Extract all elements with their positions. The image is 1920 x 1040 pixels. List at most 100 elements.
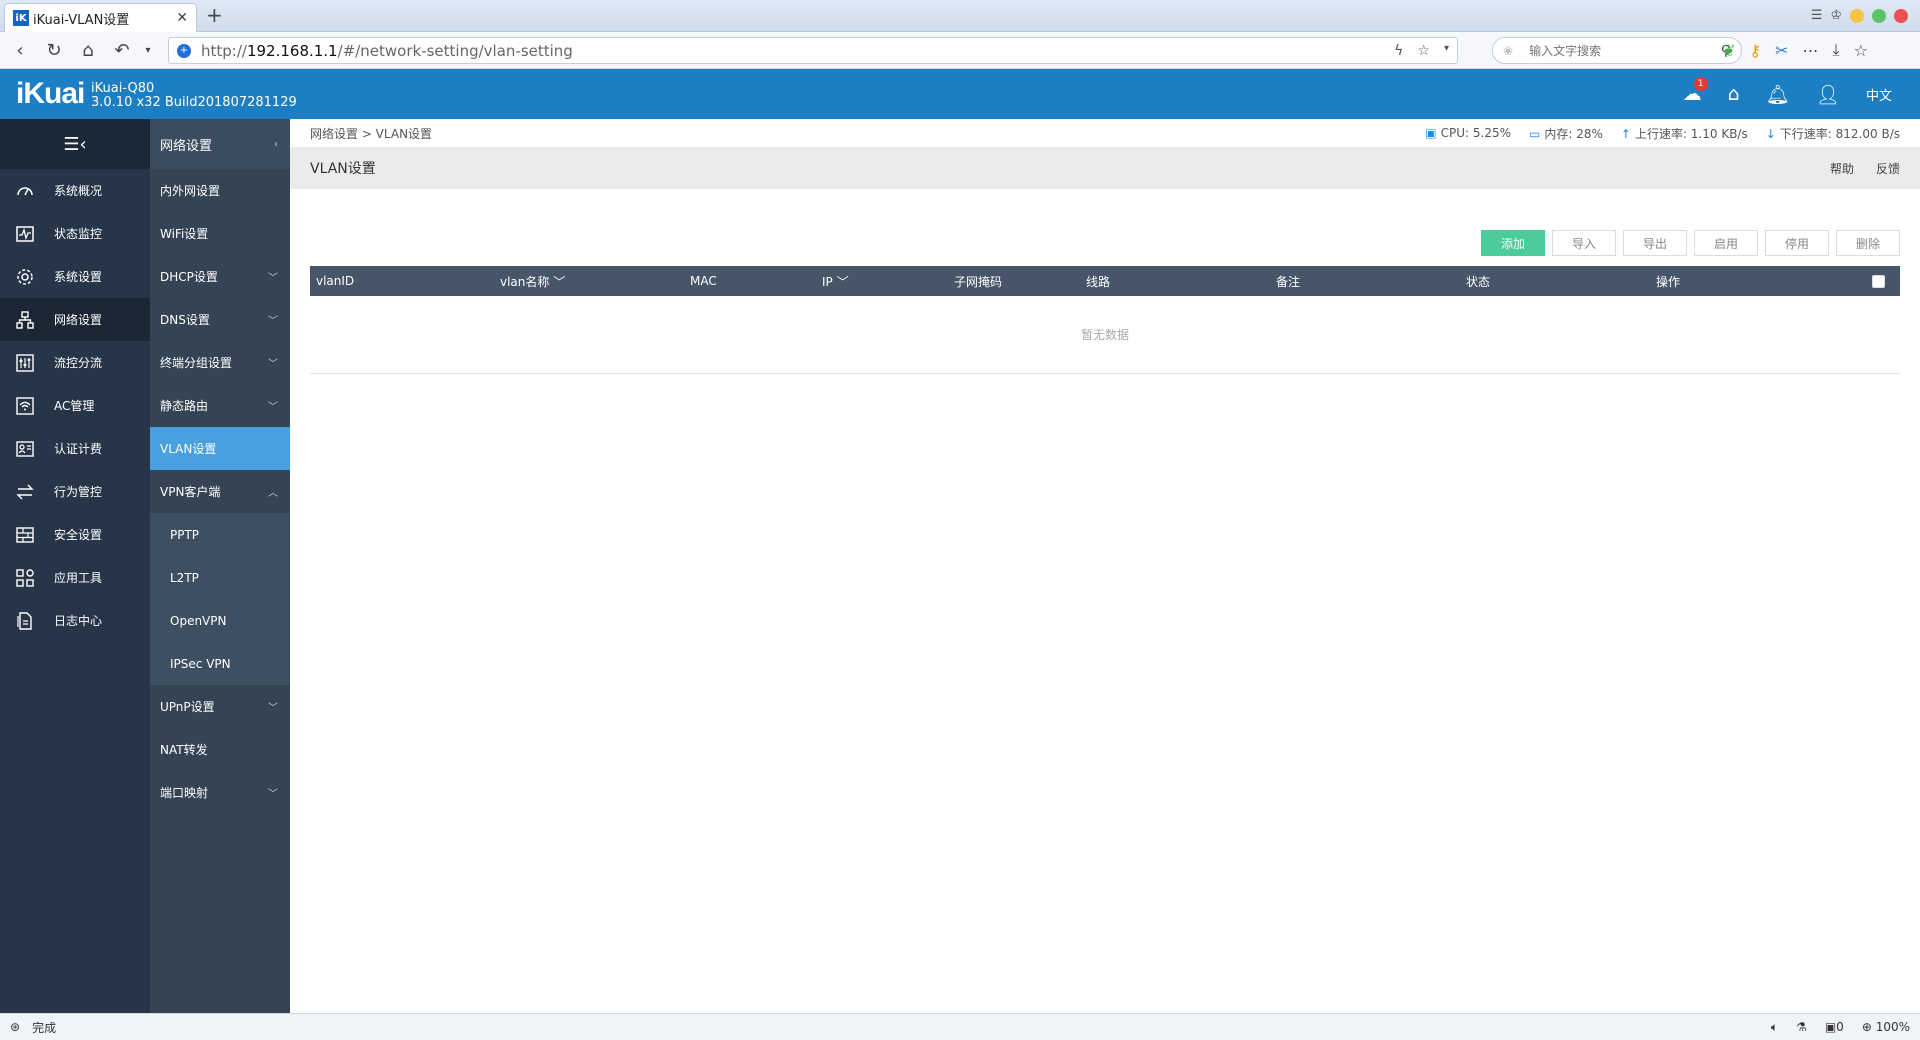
enable-button[interactable]: 启用	[1694, 230, 1758, 256]
flask-icon[interactable]: ⚗	[1796, 1020, 1807, 1034]
collapse-menu-icon[interactable]: ☰‹	[0, 119, 150, 169]
leaf-icon[interactable]: ❦	[1722, 41, 1735, 60]
delete-button[interactable]: 删除	[1836, 230, 1900, 256]
subnav-header[interactable]: 网络设置 ‹	[150, 119, 290, 169]
collapse-subnav-icon[interactable]: ‹	[274, 139, 278, 150]
subnav-item-nat[interactable]: NAT转发	[150, 728, 290, 771]
scissors-icon[interactable]: ✂	[1775, 41, 1788, 60]
user-icon[interactable]: 👤︎	[1816, 83, 1840, 106]
image-counter[interactable]: ▣0	[1825, 1020, 1844, 1034]
export-button[interactable]: 导出	[1623, 230, 1687, 256]
disable-button[interactable]: 停用	[1765, 230, 1829, 256]
search-box[interactable]: ❀ ⚲	[1492, 37, 1742, 64]
import-button[interactable]: 导入	[1552, 230, 1616, 256]
new-tab-icon[interactable]: +	[206, 3, 223, 27]
menu-icon[interactable]: ☰	[1811, 8, 1823, 23]
subnav-item-terminal-group[interactable]: 终端分组设置 ﹀	[150, 341, 290, 384]
sidebar-item-label: 系统设置	[54, 270, 103, 284]
star-icon[interactable]: ☆	[1417, 43, 1430, 59]
subnav-item-pptp[interactable]: PPTP	[150, 513, 290, 556]
bell-icon[interactable]: 🔔︎	[1766, 83, 1790, 106]
subnav-item-label: DNS设置	[160, 313, 210, 327]
sidebar-item-system[interactable]: 系统设置	[0, 255, 150, 298]
col-status: 状态	[1466, 274, 1491, 289]
sidebar-item-monitor[interactable]: 状态监控	[0, 212, 150, 255]
subnav-item-wifi[interactable]: WiFi设置	[150, 212, 290, 255]
language-switch[interactable]: 中文	[1866, 85, 1892, 104]
sidebar-item-label: 流控分流	[54, 356, 103, 370]
search-input[interactable]	[1529, 43, 1721, 58]
subnav-item-label: UPnP设置	[160, 700, 215, 714]
sidebar-item-flow-control[interactable]: 流控分流	[0, 341, 150, 384]
help-link[interactable]: 帮助	[1830, 160, 1854, 177]
undo-icon[interactable]: ↶	[108, 40, 136, 61]
close-window-button[interactable]	[1894, 8, 1908, 23]
firewall-icon	[14, 525, 36, 545]
home-icon[interactable]: ⌂	[1728, 83, 1740, 105]
subnav-item-upnp[interactable]: UPnP设置 ﹀	[150, 685, 290, 728]
sidebar-item-auth[interactable]: 认证计费	[0, 427, 150, 470]
home-icon[interactable]: ⌂	[74, 40, 102, 61]
minimize-button[interactable]	[1850, 8, 1864, 23]
sidebar-item-logs[interactable]: 日志中心	[0, 599, 150, 642]
add-button[interactable]: 添加	[1481, 230, 1545, 256]
zoom-control[interactable]: ⊕ 100%	[1862, 1020, 1910, 1034]
reload-icon[interactable]: ↻	[40, 40, 68, 61]
col-subnet-mask: 子网掩码	[954, 274, 1003, 289]
sidebar-item-label: 状态监控	[54, 227, 103, 241]
model-info: iKuai-Q80 3.0.10 x32 Build201807281129	[91, 82, 297, 110]
subnav-item-label: NAT转发	[160, 743, 208, 757]
sidebar-item-label: 认证计费	[54, 442, 103, 456]
close-tab-icon[interactable]: ✕	[176, 10, 188, 26]
browser-tab[interactable]: iK iKuai-VLAN设置 ✕	[4, 3, 197, 32]
download-icon[interactable]: ⤓	[1833, 40, 1840, 60]
subnav-item-vpn-client[interactable]: VPN客户端 ︿	[150, 470, 290, 513]
sidebar-item-network[interactable]: 网络设置	[0, 298, 150, 341]
upload-stat: ↑ 上行速率: 1.10 KB/s	[1620, 126, 1748, 141]
app-header: iKuai iKuai-Q80 3.0.10 x32 Build20180728…	[0, 69, 1920, 119]
subnav-item-lan-wan[interactable]: 内外网设置	[150, 169, 290, 212]
col-vlan-name[interactable]: vlan名称 ﹀	[500, 273, 690, 290]
back-icon[interactable]: ‹	[6, 40, 34, 61]
select-all-checkbox[interactable]	[1872, 274, 1885, 288]
subnav-item-l2tp[interactable]: L2TP	[150, 556, 290, 599]
circle-arrow-icon[interactable]: ⊛	[10, 1020, 20, 1034]
subnav-item-label: VLAN设置	[160, 442, 217, 456]
shield-icon: +	[177, 43, 191, 58]
sidebar-item-behavior[interactable]: 行为管控	[0, 470, 150, 513]
transfer-icon	[14, 482, 36, 502]
subnav-item-port-mapping[interactable]: 端口映射 ﹀	[150, 771, 290, 814]
sidebar-item-overview[interactable]: 系统概况	[0, 169, 150, 212]
sidebar-item-tools[interactable]: 应用工具	[0, 556, 150, 599]
feedback-link[interactable]: 反馈	[1876, 160, 1900, 177]
cpu-stat: ▣ CPU: 5.25%	[1425, 126, 1511, 140]
key-icon[interactable]: ⚷	[1749, 41, 1761, 60]
sidebar-item-ac[interactable]: AC管理	[0, 384, 150, 427]
subnav-item-openvpn[interactable]: OpenVPN	[150, 599, 290, 642]
star-icon[interactable]: ☆	[1854, 41, 1868, 60]
sidebar-item-security[interactable]: 安全设置	[0, 513, 150, 556]
col-vlanid: vlanID	[316, 274, 355, 288]
col-line: 线路	[1086, 274, 1111, 289]
subnav-item-static-route[interactable]: 静态路由 ﹀	[150, 384, 290, 427]
subnav-item-dns[interactable]: DNS设置 ﹀	[150, 298, 290, 341]
secondary-sidebar: 网络设置 ‹ 内外网设置 WiFi设置 DHCP设置 ﹀ DNS设置 ﹀ 终端分组设…	[150, 119, 290, 1013]
sidebar-item-label: 系统概况	[54, 184, 103, 198]
cloud-icon[interactable]: ☁ 1	[1683, 77, 1708, 105]
subnav-item-dhcp[interactable]: DHCP设置 ﹀	[150, 255, 290, 298]
lightning-icon[interactable]: ϟ	[1394, 43, 1403, 59]
subnav-item-vlan[interactable]: VLAN设置	[150, 427, 290, 470]
more-icon[interactable]: ⋯	[1803, 41, 1819, 60]
chevron-down-icon: ﹀	[268, 273, 278, 284]
subnav-item-label: IPSec VPN	[170, 656, 231, 671]
shirt-icon[interactable]: ♔	[1830, 8, 1842, 23]
page-titlebar: VLAN设置 帮助 反馈	[290, 147, 1920, 189]
maximize-button[interactable]	[1872, 8, 1886, 23]
undo-dropdown-icon[interactable]: ▾	[142, 45, 154, 56]
subnav-item-ipsec[interactable]: IPSec VPN	[150, 642, 290, 685]
col-ip[interactable]: IP ﹀	[822, 273, 954, 290]
url-dropdown-icon[interactable]: ▾	[1444, 43, 1449, 59]
url-text[interactable]: http://192.168.1.1/#/network-setting/vla…	[201, 42, 1394, 60]
address-bar[interactable]: + http://192.168.1.1/#/network-setting/v…	[168, 37, 1458, 64]
speaker-icon[interactable]: 🔈︎	[1771, 1020, 1778, 1035]
